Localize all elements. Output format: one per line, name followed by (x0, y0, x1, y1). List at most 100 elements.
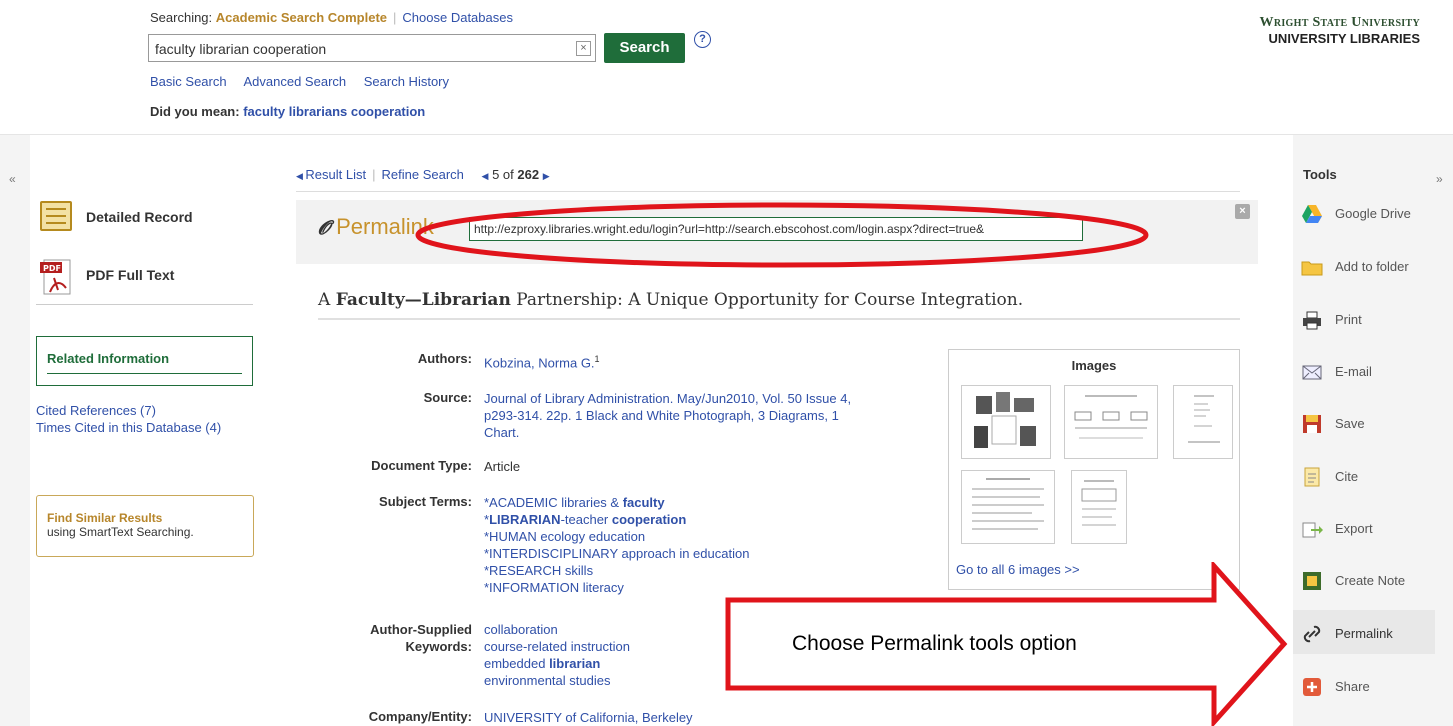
result-list-link[interactable]: ◀ Result List (296, 167, 366, 182)
cite-icon (1304, 467, 1320, 487)
related-information-box: Related Information (36, 336, 253, 386)
document-thumbnail-icon (1188, 395, 1220, 443)
subject-term[interactable]: *RESEARCH skills (484, 562, 749, 579)
find-similar-box[interactable]: Find Similar Results using SmartText Sea… (36, 495, 254, 557)
searching-line: Searching: Academic Search Complete | Choo… (150, 10, 513, 25)
subject-terms-list: *ACADEMIC libraries & faculty *LIBRARIAN… (484, 494, 749, 596)
separator: | (393, 10, 397, 25)
subject-term[interactable]: *LIBRARIAN-teacher cooperation (484, 511, 749, 528)
result-position: ◀ 5 of 262 ▶ (482, 167, 550, 182)
close-permalink-icon[interactable]: × (1235, 204, 1250, 219)
journal-link[interactable]: Journal of Library Administration (484, 391, 670, 406)
company-value: UNIVERSITY of California, Berkeley (484, 709, 693, 726)
image-thumbnail[interactable] (961, 385, 1051, 459)
subject-term[interactable]: *INFORMATION literacy (484, 579, 749, 596)
search-input-value: faculty librarian cooperation (155, 41, 327, 57)
title-dash: — (404, 290, 422, 310)
search-button[interactable]: Search (604, 33, 685, 63)
keyword[interactable]: environmental studies (484, 672, 630, 689)
author-keywords-label: Author-Supplied Keywords: (342, 621, 472, 655)
keyword[interactable]: embedded librarian (484, 655, 630, 672)
nav-divider (296, 191, 1240, 192)
detailed-record-link[interactable]: Detailed Record (86, 209, 193, 225)
searching-label: Searching: (150, 10, 213, 25)
result-total: 262 (517, 167, 540, 182)
author-affiliation: 1 (594, 354, 600, 364)
tool-label: E-mail (1335, 364, 1372, 379)
source-line1: . May/Jun2010, Vol. 50 Issue 4, (669, 391, 852, 406)
times-cited-link[interactable]: Times Cited in this Database (4) (36, 419, 221, 436)
left-divider (36, 304, 253, 305)
library-logo[interactable]: UNIVERSITY LIBRARIES (1269, 31, 1420, 46)
header-divider (0, 134, 1453, 135)
pdf-full-text-link[interactable]: PDF Full Text (86, 267, 174, 283)
keyword[interactable]: collaboration (484, 621, 630, 638)
text-page-thumbnail-icon (972, 478, 1044, 530)
related-links: Cited References (7) Times Cited in this… (36, 402, 221, 436)
find-similar-subtitle: using SmartText Searching. (47, 525, 194, 539)
did-you-mean-link[interactable]: faculty librarians cooperation (243, 104, 425, 119)
save-icon (1303, 415, 1321, 433)
share-icon (1303, 678, 1321, 696)
tool-label: Google Drive (1335, 206, 1411, 221)
result-list-label: Result List (305, 167, 367, 182)
title-rest: Partnership: A Unique Opportunity for Co… (510, 290, 1024, 310)
related-information-title: Related Information (47, 351, 170, 366)
article-title: A Faculty—Librarian Partnership: A Uniqu… (318, 290, 1023, 310)
refine-search-link[interactable]: Refine Search (382, 167, 464, 182)
result-navigation: ◀ Result List | Refine Search ◀ 5 of 262 ▶ (296, 167, 550, 182)
svg-text:PDF: PDF (43, 264, 61, 273)
printer-icon (1303, 311, 1321, 330)
collapse-right-icon[interactable]: » (1436, 172, 1443, 186)
image-thumbnail[interactable] (1173, 385, 1233, 459)
tool-label: Add to folder (1335, 259, 1409, 274)
tool-label: Share (1335, 679, 1370, 694)
choose-databases-link[interactable]: Choose Databases (402, 10, 513, 25)
google-drive-icon (1302, 205, 1322, 223)
image-thumbnail[interactable] (1071, 470, 1127, 544)
authors-label: Authors: (417, 351, 472, 366)
separator: | (372, 167, 376, 182)
doctype-value: Article (484, 459, 521, 474)
related-underline (47, 373, 242, 374)
title-part: A (318, 290, 336, 310)
help-icon[interactable]: ? (694, 31, 711, 48)
callout-text: Choose Permalink tools option (792, 632, 1077, 655)
company-link[interactable]: UNIVERSITY of California, Berkeley (484, 710, 693, 725)
photo-collage-icon (974, 392, 1036, 448)
university-logo[interactable]: Wright State University (1260, 15, 1420, 31)
collapse-left-icon[interactable]: « (9, 172, 16, 186)
author-link[interactable]: Kobzina, Norma G. (484, 355, 595, 370)
authors-value: Kobzina, Norma G.1 (484, 351, 600, 371)
email-icon (1302, 365, 1322, 380)
advanced-search-link[interactable]: Advanced Search (244, 74, 347, 89)
subject-term[interactable]: *ACADEMIC libraries & faculty (484, 494, 749, 511)
image-thumbnail[interactable] (1064, 385, 1158, 459)
subject-term[interactable]: *HUMAN ecology education (484, 528, 749, 545)
subject-term[interactable]: *INTERDISCIPLINARY approach in education (484, 545, 749, 562)
subject-terms-label: Subject Terms: (379, 494, 472, 509)
search-input[interactable]: faculty librarian cooperation × (148, 34, 596, 62)
detailed-record-icon (40, 201, 72, 231)
did-you-mean: Did you mean: faculty librarians coopera… (150, 104, 425, 119)
image-thumbnail[interactable] (961, 470, 1055, 544)
previous-result-icon[interactable]: ◀ (482, 171, 489, 181)
next-result-icon[interactable]: ▶ (543, 171, 550, 181)
export-icon (1302, 522, 1323, 538)
tools-title: Tools (1303, 167, 1337, 182)
folder-icon (1301, 261, 1323, 276)
basic-search-link[interactable]: Basic Search (150, 74, 227, 89)
left-collapse-strip[interactable] (0, 135, 30, 726)
clear-search-icon[interactable]: × (576, 41, 591, 56)
result-position-prefix: 5 of (492, 167, 514, 182)
search-history-link[interactable]: Search History (364, 74, 449, 89)
find-similar-title: Find Similar Results (47, 511, 163, 525)
images-panel: Images Go to all 6 images >> (948, 349, 1240, 590)
tool-label: Save (1335, 416, 1365, 431)
cited-references-link[interactable]: Cited References (7) (36, 402, 221, 419)
link-icon (1303, 625, 1321, 643)
company-label: Company/Entity: (368, 709, 472, 724)
keyword[interactable]: course-related instruction (484, 638, 630, 655)
form-thumbnail-icon (1081, 480, 1117, 526)
link-icon: 𝓞 (318, 218, 330, 239)
